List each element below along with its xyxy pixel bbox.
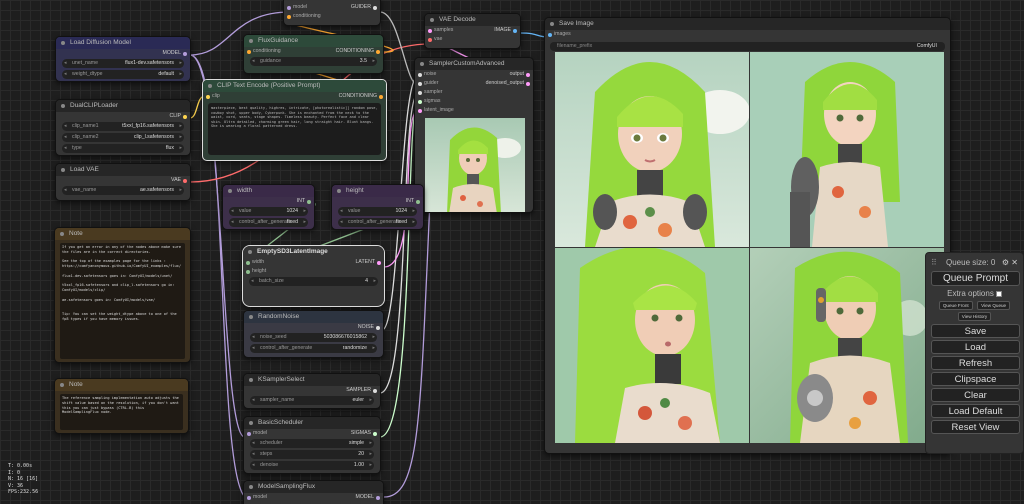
model-input-label: model	[293, 4, 308, 10]
model-sampling-flux-node[interactable]: ModelSamplingFlux model MODEL	[243, 480, 384, 504]
scheduler-widget[interactable]: schedulersimple	[250, 439, 374, 448]
queue-panel[interactable]: ⠿ Queue size: 0 ⚙ ✕ Queue Prompt Extra o…	[925, 252, 1024, 454]
sampler-custom-advanced-node[interactable]: SamplerCustomAdvanced noise output guide…	[414, 57, 534, 213]
load-default-button[interactable]: Load Default	[931, 404, 1020, 418]
empty-sd3-latent-image-node[interactable]: EmptySD3LatentImage width LATENT height …	[242, 245, 385, 307]
clear-button[interactable]: Clear	[931, 388, 1020, 402]
vae-name-widget[interactable]: vae_nameae.safetensors	[62, 186, 184, 195]
node-title: VAE Decode	[425, 14, 520, 26]
output-image-4[interactable]	[750, 248, 944, 443]
note-textarea[interactable]: The reference sampling implementation au…	[60, 394, 183, 430]
unet-name-widget[interactable]: unet_nameflux1-dev.safetensors	[62, 59, 184, 68]
output-image-2[interactable]	[750, 52, 944, 247]
flux-guidance-node[interactable]: FluxGuidance conditioning CONDITIONING g…	[243, 34, 384, 74]
height-node[interactable]: height INT value1024 control_after_gener…	[331, 184, 424, 230]
denoise-widget[interactable]: denoise1.00	[250, 461, 374, 470]
queue-size-label: Queue size: 0	[946, 258, 996, 267]
gear-icon[interactable]: ⚙	[1002, 256, 1009, 269]
extra-options-label: Extra options	[947, 289, 994, 298]
guider-output-label: GUIDER	[350, 4, 371, 10]
clip-type-widget[interactable]: typeflux	[62, 144, 184, 153]
close-icon[interactable]: ✕	[1011, 256, 1018, 269]
note-node-shift[interactable]: Note The reference sampling implementati…	[54, 378, 189, 434]
note-node-paths[interactable]: Note If you get an error in any of the n…	[54, 227, 191, 363]
sampler-preview-image	[425, 118, 525, 212]
weight-dtype-widget[interactable]: weight_dtypedefault	[62, 70, 184, 79]
view-history-button[interactable]: View History	[957, 312, 992, 322]
random-noise-node[interactable]: RandomNoise NOISE noise_seed503086676015…	[243, 310, 384, 358]
prompt-textarea[interactable]: masterpiece, best quality, highres, intr…	[208, 103, 381, 155]
load-vae-node[interactable]: Load VAE VAE vae_nameae.safetensors	[55, 163, 191, 201]
output-image-grid	[555, 52, 944, 443]
basic-guider-node[interactable]: model GUIDER conditioning	[283, 0, 381, 26]
noise-seed-widget[interactable]: noise_seed503086676015862	[250, 333, 377, 342]
width-control-widget[interactable]: control_after_generatefixed	[229, 218, 308, 227]
clip-text-encode-node[interactable]: CLIP Text Encode (Positive Prompt) clip …	[202, 79, 387, 161]
load-button[interactable]: Load	[931, 340, 1020, 354]
output-image-1[interactable]	[555, 52, 749, 247]
sampler-name-widget[interactable]: sampler_nameeuler	[250, 396, 374, 405]
queue-prompt-button[interactable]: Queue Prompt	[931, 271, 1020, 286]
clipspace-button[interactable]: Clipspace	[931, 372, 1020, 386]
batch-size-widget[interactable]: batch_size4	[249, 277, 378, 286]
queue-front-button[interactable]: Queue Front	[938, 301, 973, 311]
output-image-3[interactable]	[555, 248, 749, 443]
filename-prefix-widget[interactable]: filename_prefix ComfyUI	[550, 42, 945, 51]
guidance-widget[interactable]: guidance3.5	[250, 57, 377, 66]
extra-options-checkbox[interactable]	[995, 290, 1002, 297]
image-output-label: IMAGE	[494, 27, 511, 33]
conditioning-input-label: conditioning	[293, 13, 321, 19]
drag-handle-icon[interactable]: ⠿	[931, 256, 937, 269]
render-stats: T: 0.00s I: 0 N: 16 [16] V: 36 FPS:232.5…	[8, 463, 39, 495]
vae-decode-node[interactable]: VAE Decode samples IMAGE vae	[424, 13, 521, 49]
noise-control-widget[interactable]: control_after_generaterandomize	[250, 344, 377, 353]
view-queue-button[interactable]: View Queue	[977, 301, 1011, 311]
refresh-button[interactable]: Refresh	[931, 356, 1020, 370]
ksampler-select-node[interactable]: KSamplerSelect SAMPLER sampler_nameeuler	[243, 373, 381, 409]
clip-name1-widget[interactable]: clip_name1t5xxl_fp16.safetensors	[62, 122, 184, 131]
steps-widget[interactable]: steps20	[250, 450, 374, 459]
load-diffusion-model-node[interactable]: Load Diffusion Model MODEL unet_nameflux…	[55, 36, 191, 82]
clip-name2-widget[interactable]: clip_name2clip_l.safetensors	[62, 133, 184, 142]
note-textarea[interactable]: If you get an error in any of the nodes …	[60, 243, 185, 359]
reset-view-button[interactable]: Reset View	[931, 420, 1020, 434]
height-value-widget[interactable]: value1024	[338, 207, 417, 216]
width-value-widget[interactable]: value1024	[229, 207, 308, 216]
basic-scheduler-node[interactable]: BasicScheduler model SIGMAS schedulersim…	[243, 416, 381, 474]
dual-clip-loader-node[interactable]: DualCLIPLoader CLIP clip_name1t5xxl_fp16…	[55, 99, 191, 156]
width-node[interactable]: width INT value1024 control_after_genera…	[222, 184, 315, 230]
save-button[interactable]: Save	[931, 324, 1020, 338]
height-control-widget[interactable]: control_after_generatefixed	[338, 218, 417, 227]
